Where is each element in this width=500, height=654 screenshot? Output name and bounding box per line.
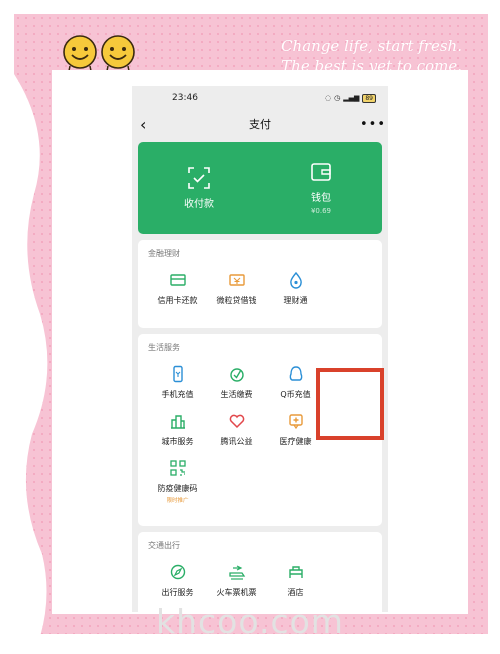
- penguin-icon: [289, 366, 302, 381]
- medical-cross-icon: [288, 414, 303, 430]
- section-title: 交通出行: [148, 541, 180, 550]
- cell-label: 酒店: [287, 588, 304, 597]
- loan-icon: [228, 274, 245, 286]
- cell-label: 防疫健康码: [157, 484, 198, 493]
- hotel-button[interactable]: 酒店: [266, 563, 325, 598]
- cell-label: 信用卡还款: [157, 296, 198, 305]
- wallet-label: 钱包: [311, 193, 331, 204]
- cell-label: 火车票机票: [216, 588, 257, 597]
- cell-label: Q币充值: [280, 390, 311, 399]
- city-building-icon: [170, 415, 185, 429]
- status-icons: ◌ ◷ ▂▄▆ 89: [324, 93, 376, 103]
- mobile-recharge-button[interactable]: 手机充值: [148, 365, 207, 400]
- nav-bar: ‹ 支付 •••: [132, 110, 388, 138]
- wallet-balance: ¥0.69: [310, 207, 332, 215]
- wave-decoration: [14, 74, 48, 654]
- compass-icon: [170, 564, 185, 580]
- utility-bills-button[interactable]: 生活缴费: [207, 365, 266, 400]
- signal-icon: ▂▄▆: [343, 94, 360, 102]
- highlight-box: [316, 368, 384, 440]
- receive-pay-label: 收付款: [184, 198, 214, 210]
- heart-icon: [229, 414, 244, 429]
- weilidai-button[interactable]: 微粒贷借钱: [207, 271, 266, 306]
- credit-card-icon: [169, 274, 186, 286]
- receive-pay-button[interactable]: 收付款: [149, 166, 249, 210]
- section-title: 金融理财: [148, 249, 180, 258]
- chevron-left-icon[interactable]: ‹: [140, 115, 160, 134]
- section-title: 生活服务: [148, 343, 180, 352]
- mute-icon: ◌: [324, 94, 332, 102]
- wallet-icon: [311, 163, 331, 181]
- qr-code-icon: [169, 460, 186, 476]
- more-icon[interactable]: •••: [360, 117, 385, 132]
- cell-label: 手机充值: [161, 390, 194, 399]
- page-title: 支付: [249, 118, 271, 131]
- cell-label: 微粒贷借钱: [216, 296, 257, 305]
- phone-icon: [172, 365, 183, 383]
- promo-tag: 限时推广: [166, 498, 189, 504]
- status-bar: 23:46 ◌ ◷ ▂▄▆ 89: [132, 86, 388, 110]
- alarm-icon: ◷: [334, 94, 341, 102]
- payment-banner: 收付款 钱包 ¥0.69: [138, 142, 382, 234]
- hotel-bed-icon: [288, 566, 303, 578]
- slogan-line-1: Change life, start fresh.: [281, 37, 462, 55]
- finance-section: 金融理财 信用卡还款 微粒贷借钱 理财通: [138, 240, 382, 328]
- cell-label: 理财通: [283, 296, 308, 305]
- licaitong-button[interactable]: 理财通: [266, 271, 325, 306]
- cell-label: 城市服务: [161, 437, 194, 446]
- cell-label: 生活缴费: [220, 390, 253, 399]
- city-services-button[interactable]: 城市服务: [148, 412, 207, 447]
- transport-section: 交通出行 出行服务 火车票机票 酒店: [138, 532, 382, 612]
- wealth-drop-icon: [289, 271, 302, 289]
- health-code-button[interactable]: 防疫健康码 限时推广: [148, 459, 207, 504]
- credit-card-repay-button[interactable]: 信用卡还款: [148, 271, 207, 306]
- wallet-button[interactable]: 钱包 ¥0.69: [271, 161, 371, 215]
- ride-services-button[interactable]: 出行服务: [148, 563, 207, 598]
- battery-icon: 89: [362, 93, 376, 103]
- utility-leaf-icon: [229, 368, 244, 382]
- train-flight-button[interactable]: 火车票机票: [207, 563, 266, 598]
- scan-icon: [188, 166, 210, 189]
- cell-label: 腾讯公益: [220, 437, 253, 446]
- phone-screen: 23:46 ◌ ◷ ▂▄▆ 89 ‹ 支付 ••• 收付款 钱包 ¥0.69 金…: [132, 86, 388, 612]
- tencent-charity-button[interactable]: 腾讯公益: [207, 412, 266, 447]
- cell-label: 医疗健康: [279, 437, 312, 446]
- cell-label: 出行服务: [161, 588, 194, 597]
- status-time: 23:46: [172, 93, 198, 103]
- train-plane-icon: [228, 565, 245, 580]
- watermark: khcoo.com: [156, 602, 344, 641]
